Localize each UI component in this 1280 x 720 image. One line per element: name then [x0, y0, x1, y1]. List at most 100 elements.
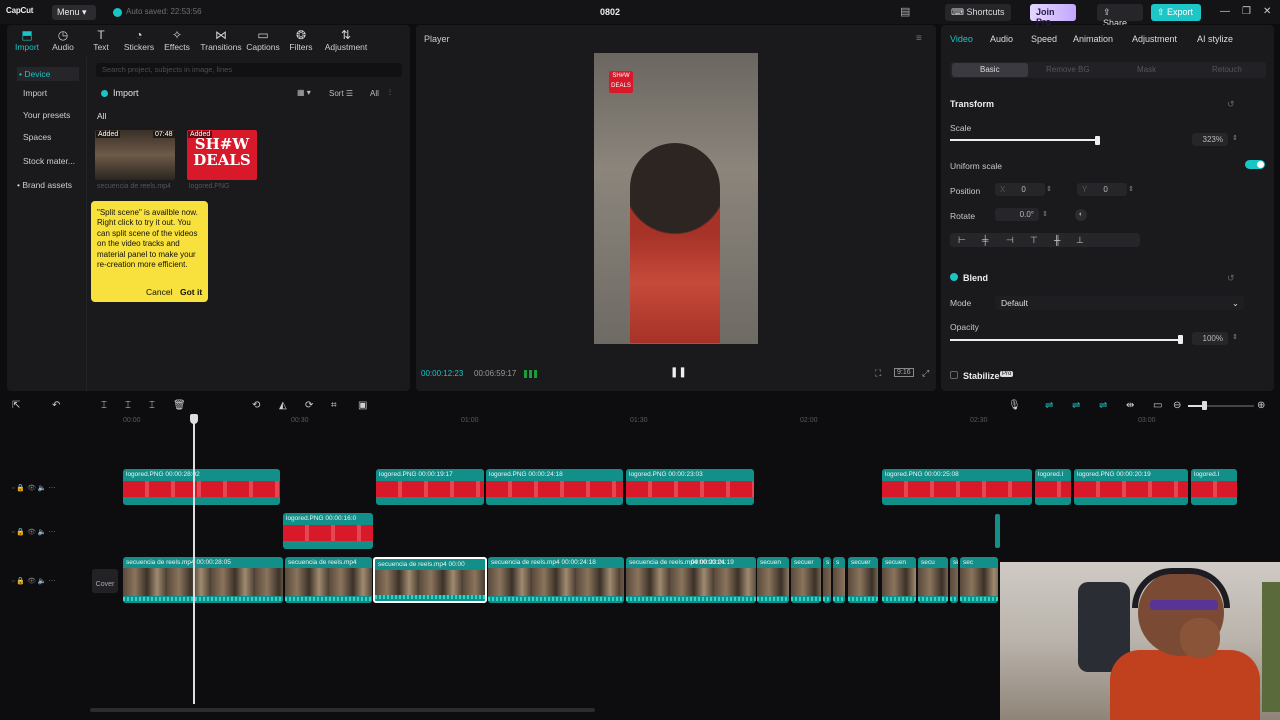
tooltip-got-it-button[interactable]: Got it [180, 287, 202, 297]
align-middle-icon[interactable]: ╫ [1054, 235, 1060, 245]
tab-speed[interactable]: Speed [1031, 34, 1057, 44]
zoom-slider-knob[interactable] [1202, 401, 1207, 410]
share-button[interactable]: ⇪ Share [1097, 4, 1143, 28]
tool-stickers[interactable]: ◔ Stickers [119, 28, 159, 52]
search-input[interactable]: Search project, subjects in image, lines [96, 63, 402, 77]
sidebar-item-presets[interactable]: Your presets [23, 110, 70, 120]
tab-audio[interactable]: Audio [990, 34, 1013, 44]
sidebar-item-brand-assets[interactable]: • Brand assets [17, 180, 72, 190]
tool-text[interactable]: T Text [81, 28, 121, 52]
timeline-clip-logo[interactable]: logored.PNG 00:00:19:17 [376, 469, 484, 505]
crop-icon[interactable]: ⌗ [331, 400, 337, 411]
rotate-value[interactable]: 0.0° [995, 208, 1039, 221]
stabilize-checkbox[interactable] [950, 371, 958, 379]
align-top-icon[interactable]: ⊤ [1030, 235, 1038, 246]
microphone-icon[interactable]: 🎙 [1008, 400, 1021, 411]
tab-video[interactable]: Video [950, 34, 973, 44]
tool-effects[interactable]: ✧ Effects [157, 28, 197, 52]
scale-slider[interactable] [950, 139, 1100, 141]
delete-icon[interactable]: 🗑 [173, 400, 186, 411]
timeline-clip-logo[interactable]: logored.I [1035, 469, 1071, 505]
reverse-icon[interactable]: ⟲ [252, 400, 260, 411]
timeline-clip-video[interactable]: secu [918, 557, 948, 603]
mirror-icon[interactable]: ◭ [279, 400, 287, 411]
tab-animation[interactable]: Animation [1073, 34, 1113, 44]
blend-mode-dropdown[interactable]: Default ⌄ [995, 296, 1244, 310]
timeline-clip-video[interactable]: secuen [882, 557, 916, 603]
reset-blend-icon[interactable]: ↺ [1227, 273, 1235, 284]
split-icon[interactable]: ⌶ [101, 400, 107, 411]
join-pro-button[interactable]: Join Pro [1030, 4, 1076, 27]
align-center-icon[interactable]: ╪ [982, 235, 988, 245]
scale-stepper-icon[interactable]: ⇕ [1232, 134, 1238, 142]
timeline-clip-logo[interactable]: logored.PNG 00:00:23:03 [626, 469, 754, 505]
zoom-fit-icon[interactable]: ⊕ [1257, 400, 1265, 411]
aspect-ratio-button[interactable]: 9:16 [894, 368, 914, 377]
fullscreen-focus-icon[interactable]: ⛶ [875, 368, 881, 379]
blend-checkbox[interactable] [950, 273, 958, 281]
timeline-clip-logo[interactable]: logored.PNG 00:00:24:18 [486, 469, 623, 505]
align-bottom-icon[interactable]: ⊥ [1076, 235, 1084, 246]
timeline-clip-video-selected[interactable]: secuencia de reels.mp4 00:00 [373, 557, 487, 603]
timeline-clip-logo[interactable]: logored.PNG 00:00:28:02 [123, 469, 280, 505]
timeline-clip-logo[interactable]: logored.PNG 00:00:25:08 [882, 469, 1032, 505]
zoom-out-icon[interactable]: ⊖ [1173, 400, 1181, 411]
all-filter-button[interactable]: All [370, 89, 379, 98]
position-y-stepper-icon[interactable]: ⇕ [1128, 185, 1134, 193]
track-controls-main[interactable]: ▫ 🔒 👁 🔈 ⋯ [12, 577, 56, 585]
sidebar-item-spaces[interactable]: Spaces [23, 132, 51, 142]
position-x-field[interactable]: X0 [995, 183, 1045, 196]
timeline-clip-logo[interactable]: logored.PNG 00:00:16:0 [283, 513, 373, 549]
subtab-remove-bg[interactable]: Remove BG [1046, 65, 1090, 74]
playhead[interactable] [193, 416, 195, 704]
video-preview[interactable]: SH#W DEALS [594, 53, 758, 344]
rotate-stepper-icon[interactable]: ⇕ [1042, 210, 1048, 218]
sidebar-item-device[interactable]: • Device [17, 67, 79, 81]
rotate-clip-icon[interactable]: ⟳ [305, 400, 313, 411]
maximize-icon[interactable]: ❐ [1242, 6, 1251, 17]
tooltip-cancel-button[interactable]: Cancel [146, 287, 172, 297]
view-toggle-icon[interactable]: ▦ ▾ [297, 88, 311, 97]
transform-heading[interactable]: Transform [950, 99, 994, 109]
stabilize-heading[interactable]: Stabilize [963, 371, 1000, 381]
import-button[interactable]: Import [113, 88, 139, 98]
sort-button[interactable]: Sort ☰ [329, 89, 353, 98]
filter-icon[interactable]: ⫶ [389, 88, 391, 98]
reset-transform-icon[interactable]: ↺ [1227, 99, 1235, 110]
link-main-track-icon[interactable]: ⇌ [1045, 400, 1053, 411]
timeline-clip-video[interactable]: secuen [757, 557, 789, 603]
timeline-clip-tiny[interactable] [995, 514, 1000, 548]
timeline-clip-video[interactable]: secuencia de reels.mp4 00:00:28:05 [123, 557, 283, 603]
menu-button[interactable]: Menu ▾ [52, 5, 96, 20]
blend-heading[interactable]: Blend [963, 273, 988, 283]
timeline-clip-video[interactable]: secuer [791, 557, 821, 603]
timeline-clip-video[interactable]: s [833, 557, 845, 603]
auto-snap-icon[interactable]: ⇌ [1072, 400, 1080, 411]
timeline-clip-video[interactable]: secuencia de reels.mp4 00:00:24:18 [488, 557, 624, 603]
tab-ai-stylize[interactable]: AI stylize [1197, 34, 1233, 44]
split-left-icon[interactable]: ⌶ [125, 400, 131, 411]
split-right-icon[interactable]: ⌶ [149, 400, 155, 411]
close-icon[interactable]: ✕ [1263, 6, 1271, 17]
timeline-clip-logo[interactable]: logored.I [1191, 469, 1237, 505]
tab-adjustment[interactable]: Adjustment [1132, 34, 1177, 44]
scale-slider-knob[interactable] [1095, 136, 1100, 145]
align-right-icon[interactable]: ⊣ [1006, 235, 1014, 246]
export-button[interactable]: ⇧ Export [1151, 4, 1201, 21]
layout-icon[interactable]: ▤ [900, 5, 920, 19]
timeline-clip-video[interactable]: se [950, 557, 958, 603]
tool-filters[interactable]: ❂ Filters [281, 28, 321, 52]
select-tool-icon[interactable]: ⇱ [12, 400, 20, 411]
timeline-scrollbar[interactable] [90, 708, 595, 712]
pause-icon[interactable]: ❚❚ [670, 367, 687, 378]
track-controls-overlay-2[interactable]: ▫ 🔒 👁 🔈 ⋯ [12, 528, 56, 536]
subtab-mask[interactable]: Mask [1137, 65, 1156, 74]
scale-value[interactable]: 323% [1192, 133, 1228, 146]
player-menu-icon[interactable]: ≡ [916, 33, 922, 44]
align-left-icon[interactable]: ⊢ [958, 235, 966, 246]
timeline-clip-video[interactable]: sec [960, 557, 998, 603]
linkage-icon[interactable]: ⇌ [1099, 400, 1107, 411]
position-x-stepper-icon[interactable]: ⇕ [1046, 185, 1052, 193]
uniform-scale-toggle[interactable] [1245, 160, 1265, 169]
cover-button[interactable]: Cover [92, 569, 118, 593]
